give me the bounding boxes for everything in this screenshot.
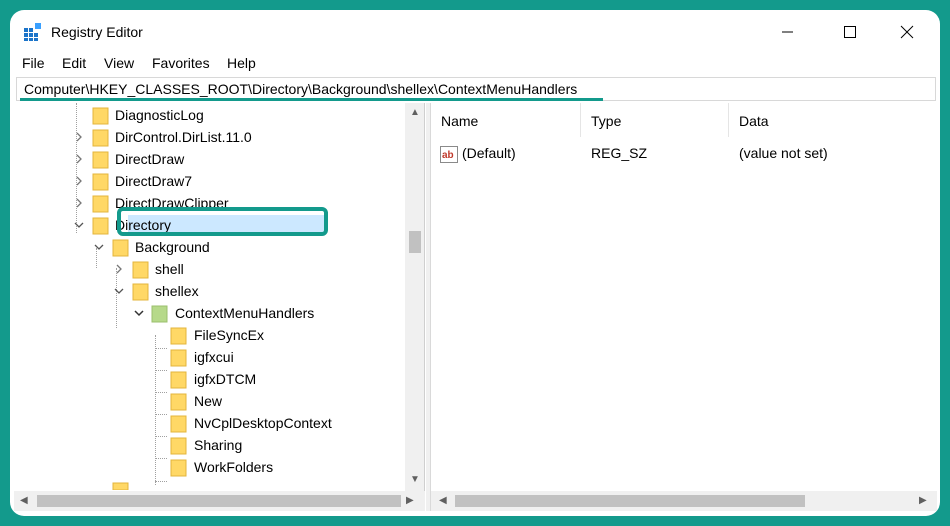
tree-item-label: NvCplDesktopContext xyxy=(194,415,332,431)
window-title: Registry Editor xyxy=(51,24,143,40)
folder-icon xyxy=(112,482,129,490)
tree-horizontal-scrollbar[interactable]: ◀ ▶ xyxy=(14,491,425,511)
tree-guide xyxy=(155,392,167,393)
tree-guide xyxy=(155,458,167,459)
folder-icon xyxy=(92,107,109,125)
value-type: REG_SZ xyxy=(591,145,648,161)
folder-icon xyxy=(92,195,109,213)
menu-edit[interactable]: Edit xyxy=(62,55,86,71)
tree-guide xyxy=(76,103,77,233)
scroll-right-icon[interactable]: ▶ xyxy=(919,496,927,506)
key-tree-pane[interactable]: DiagnosticLog DirControl.DirList.11.0 Di… xyxy=(14,103,425,511)
chevron-down-icon[interactable] xyxy=(134,308,144,318)
chevron-down-icon[interactable] xyxy=(74,220,84,230)
tree-item-label: shell xyxy=(155,261,184,277)
folder-icon xyxy=(92,129,109,147)
tree-item-label: igfxcui xyxy=(194,349,234,365)
scroll-up-icon[interactable]: ▲ xyxy=(410,108,420,118)
value-data: (value not set) xyxy=(739,145,828,161)
tree-vertical-scrollbar[interactable]: ▲ ▼ xyxy=(405,103,424,491)
folder-open-icon xyxy=(151,305,168,323)
tree-item-label: igfxDTCM xyxy=(194,371,257,387)
tree-item-label: DirectDraw xyxy=(115,151,185,167)
tree-guide xyxy=(155,436,167,437)
ab-string-icon: ab xyxy=(440,146,458,163)
folder-icon xyxy=(92,173,109,191)
folder-open-icon xyxy=(112,239,129,257)
close-button[interactable] xyxy=(887,20,927,44)
minimize-button[interactable] xyxy=(768,20,808,44)
address-highlight-underline xyxy=(20,98,603,101)
tree-guide xyxy=(155,335,156,485)
tree-item-label: New xyxy=(194,393,223,409)
folder-open-icon xyxy=(92,217,109,235)
chevron-right-icon[interactable] xyxy=(114,264,124,274)
scroll-down-icon[interactable]: ▼ xyxy=(410,475,420,485)
column-header-label: Type xyxy=(591,113,622,129)
maximize-icon xyxy=(844,26,856,38)
selection-outline xyxy=(117,207,328,236)
chevron-down-icon[interactable] xyxy=(94,242,104,252)
scroll-left-icon[interactable]: ◀ xyxy=(20,496,28,506)
title-bar: Registry Editor xyxy=(10,10,940,54)
registry-editor-window: Registry Editor File Edit View Favorites… xyxy=(10,10,940,516)
column-header-name[interactable]: Name xyxy=(431,103,581,137)
menu-favorites[interactable]: Favorites xyxy=(152,55,210,71)
tree-item-label: Background xyxy=(135,239,210,255)
value-name: (Default) xyxy=(462,145,516,161)
tree-guide xyxy=(155,348,167,349)
svg-text:ab: ab xyxy=(442,150,454,161)
menu-bar: File Edit View Favorites Help xyxy=(10,54,940,76)
scroll-left-icon[interactable]: ◀ xyxy=(439,496,447,506)
address-path[interactable]: Computer\HKEY_CLASSES_ROOT\Directory\Bac… xyxy=(24,81,577,97)
tree-item-label: Sharing xyxy=(194,437,243,453)
tree-guide xyxy=(116,268,117,328)
tree-guide xyxy=(155,370,167,371)
value-row[interactable]: ab (Default) REG_SZ (value not set) xyxy=(431,145,937,167)
menu-view[interactable]: View xyxy=(104,55,134,71)
tree-item-label: DirControl.DirList.11.0 xyxy=(115,129,252,145)
close-icon xyxy=(900,25,914,39)
scrollbar-thumb[interactable] xyxy=(455,495,805,507)
folder-icon xyxy=(92,151,109,169)
tree-item-label: DiagnosticLog xyxy=(115,107,204,123)
chevron-right-icon[interactable] xyxy=(74,176,84,186)
tree-item-label: DirectDraw7 xyxy=(115,173,193,189)
tree-item-label: shellex xyxy=(155,283,199,299)
folder-icon xyxy=(170,349,187,367)
scroll-right-icon[interactable]: ▶ xyxy=(406,496,414,506)
folder-open-icon xyxy=(132,283,149,301)
tree-item-label: FileSyncEx xyxy=(194,327,265,343)
column-header-label: Name xyxy=(441,113,479,129)
values-horizontal-scrollbar[interactable]: ◀ ▶ xyxy=(431,491,937,511)
menu-help[interactable]: Help xyxy=(227,55,256,71)
tree-guide xyxy=(155,414,167,415)
tree-item-label: WorkFolders xyxy=(194,459,274,475)
registry-editor-icon xyxy=(24,23,41,41)
folder-icon xyxy=(170,415,187,433)
folder-icon xyxy=(170,371,187,389)
column-header-data[interactable]: Data xyxy=(729,103,937,137)
folder-icon xyxy=(132,261,149,279)
column-header-type[interactable]: Type xyxy=(581,103,729,137)
tree-item-label: ContextMenuHandlers xyxy=(175,305,315,321)
chevron-right-icon[interactable] xyxy=(74,154,84,164)
chevron-right-icon[interactable] xyxy=(74,132,84,142)
tree-guide xyxy=(155,481,167,482)
folder-icon xyxy=(170,459,187,477)
folder-icon xyxy=(170,327,187,345)
chevron-down-icon[interactable] xyxy=(114,286,124,296)
chevron-right-icon[interactable] xyxy=(74,198,84,208)
maximize-button[interactable] xyxy=(830,20,870,44)
scrollbar-thumb[interactable] xyxy=(37,495,401,507)
folder-icon xyxy=(170,393,187,411)
values-list-pane[interactable]: Name Type Data ab (Default) REG_SZ (valu… xyxy=(431,103,937,511)
menu-file[interactable]: File xyxy=(22,55,45,71)
folder-icon xyxy=(170,437,187,455)
scrollbar-thumb[interactable] xyxy=(409,231,421,253)
minimize-icon xyxy=(782,31,793,33)
column-header-label: Data xyxy=(739,113,769,129)
